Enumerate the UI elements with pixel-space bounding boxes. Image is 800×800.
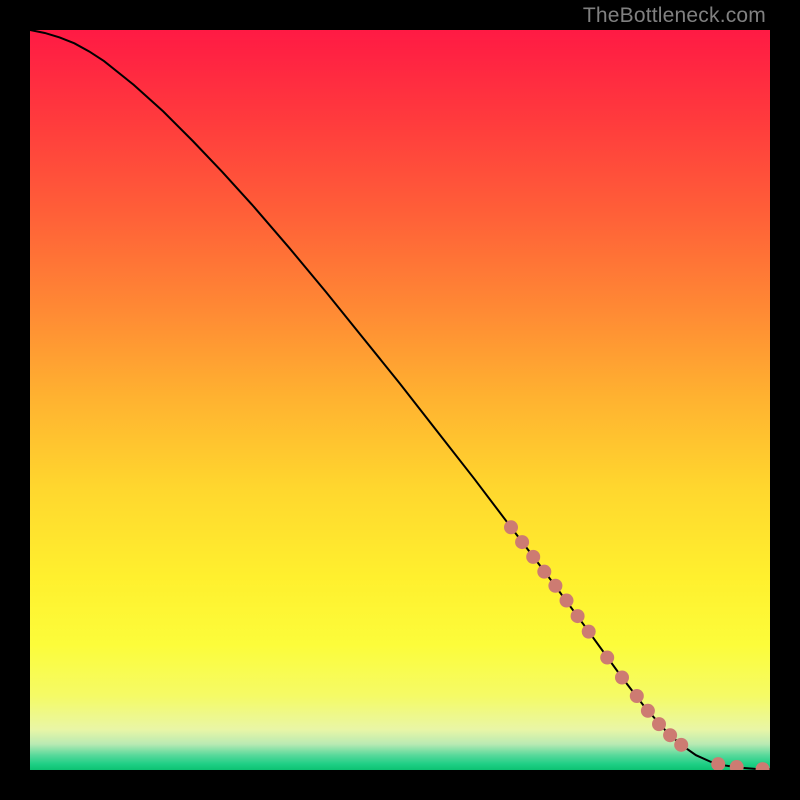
data-point [548, 579, 562, 593]
data-point [674, 738, 688, 752]
data-point [515, 535, 529, 549]
data-point [641, 704, 655, 718]
data-point [630, 689, 644, 703]
data-point [663, 728, 677, 742]
data-point [526, 550, 540, 564]
data-point [615, 671, 629, 685]
plot-area [30, 30, 770, 770]
data-point [504, 520, 518, 534]
chart-stage: TheBottleneck.com [0, 0, 800, 800]
data-point [537, 565, 551, 579]
gradient-background [30, 30, 770, 770]
data-point [560, 594, 574, 608]
data-point [600, 651, 614, 665]
watermark-label: TheBottleneck.com [583, 4, 766, 28]
data-point [582, 625, 596, 639]
plot-svg [30, 30, 770, 770]
data-point [652, 717, 666, 731]
data-point [571, 609, 585, 623]
